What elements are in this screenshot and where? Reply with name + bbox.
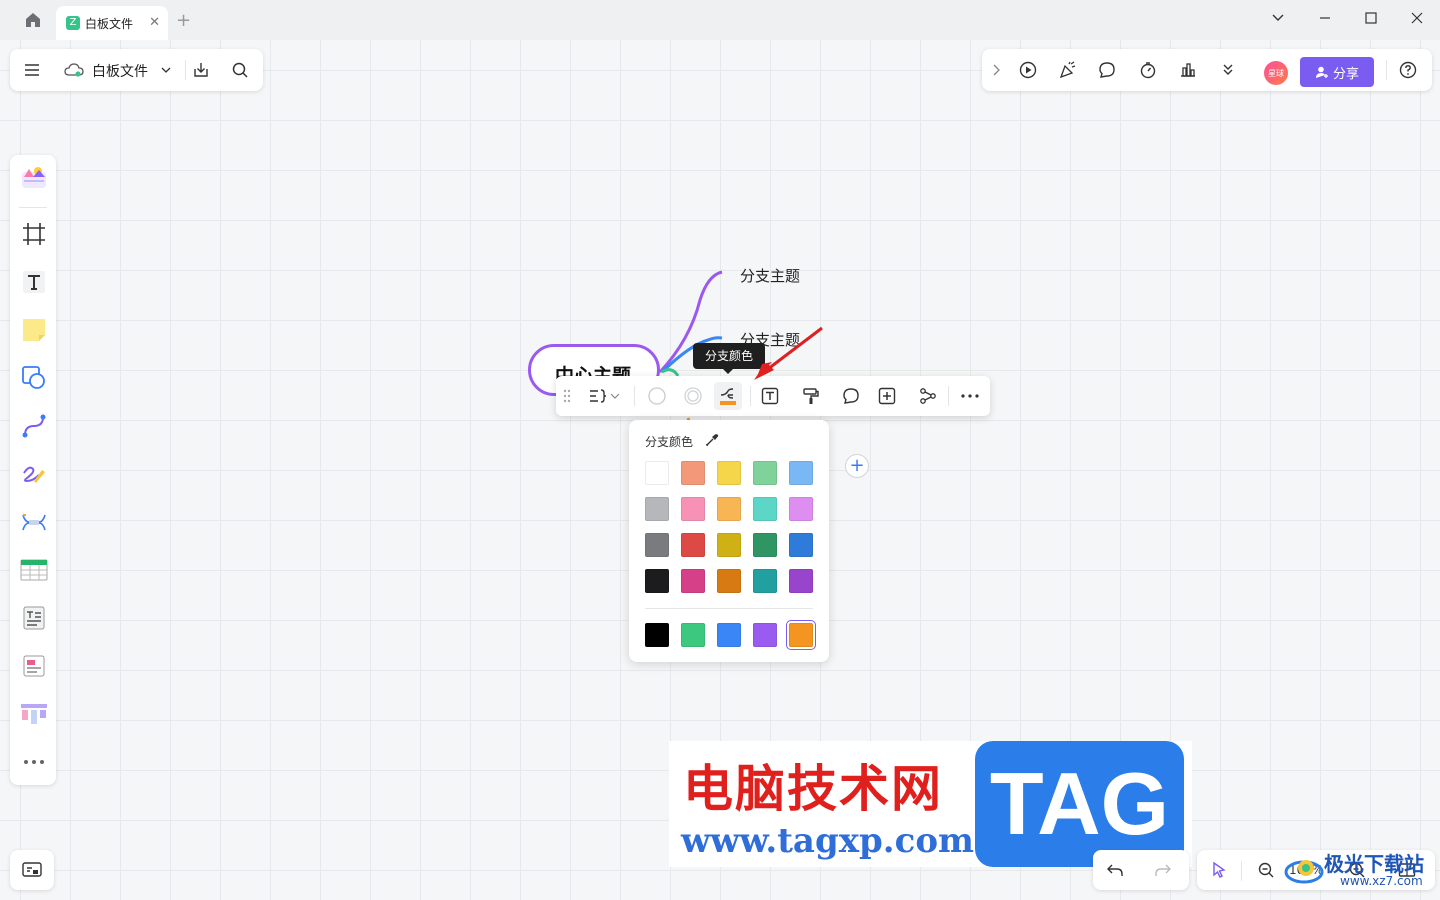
color-swatch[interactable] bbox=[753, 533, 777, 557]
comment-icon[interactable] bbox=[837, 382, 865, 410]
undo-redo-bar bbox=[1093, 850, 1189, 890]
connect-icon[interactable] bbox=[914, 382, 942, 410]
divider bbox=[645, 608, 813, 609]
watermark-2: 极光下载站 www.xz7.com bbox=[1280, 846, 1440, 900]
divider bbox=[1241, 861, 1242, 881]
watermark-logo: TAG bbox=[975, 741, 1192, 867]
divider bbox=[634, 386, 635, 406]
recent-color-swatch[interactable] bbox=[786, 620, 816, 650]
branch-color-panel: 分支颜色 bbox=[629, 420, 829, 662]
watermark-tag: TAG bbox=[975, 741, 1184, 867]
divider bbox=[948, 386, 949, 406]
color-swatch[interactable] bbox=[717, 569, 741, 593]
fill-color-icon[interactable] bbox=[643, 382, 671, 410]
branch-color-icon[interactable] bbox=[714, 382, 742, 410]
color-swatch[interactable] bbox=[753, 569, 777, 593]
color-swatch[interactable] bbox=[789, 569, 813, 593]
branch-topic[interactable]: 分支主题 bbox=[740, 265, 800, 286]
add-node-button[interactable]: + bbox=[845, 454, 869, 478]
zoom-out-icon[interactable] bbox=[1252, 856, 1280, 884]
redo-icon[interactable] bbox=[1149, 856, 1177, 884]
color-swatch[interactable] bbox=[789, 497, 813, 521]
color-swatch[interactable] bbox=[645, 461, 669, 485]
drag-handle-icon[interactable] bbox=[556, 382, 578, 410]
add-subtopic-icon[interactable] bbox=[873, 382, 901, 410]
border-color-icon[interactable] bbox=[679, 382, 707, 410]
color-swatch[interactable] bbox=[681, 461, 705, 485]
recent-color-swatch[interactable] bbox=[753, 623, 777, 647]
watermark-2-text: 极光下载站 bbox=[1324, 852, 1424, 876]
color-swatch[interactable] bbox=[681, 497, 705, 521]
watermark-2-logo-icon bbox=[1284, 860, 1324, 884]
select-cursor-icon[interactable] bbox=[1205, 856, 1233, 884]
recent-color-swatch[interactable] bbox=[645, 623, 669, 647]
more-options-icon[interactable] bbox=[956, 382, 984, 410]
color-swatch[interactable] bbox=[645, 569, 669, 593]
layout-dropdown-icon[interactable] bbox=[606, 382, 624, 410]
red-arrow-annotation bbox=[754, 326, 823, 380]
color-panel-title: 分支颜色 bbox=[645, 435, 694, 449]
format-painter-icon[interactable] bbox=[797, 382, 825, 410]
color-swatch[interactable] bbox=[717, 533, 741, 557]
recent-color-swatch[interactable] bbox=[681, 623, 705, 647]
text-box-icon[interactable] bbox=[756, 382, 784, 410]
color-swatch[interactable] bbox=[681, 533, 705, 557]
recent-color-swatch[interactable] bbox=[717, 623, 741, 647]
color-swatch[interactable] bbox=[645, 497, 669, 521]
color-swatch[interactable] bbox=[681, 569, 705, 593]
color-swatch[interactable] bbox=[753, 461, 777, 485]
color-swatch[interactable] bbox=[717, 497, 741, 521]
undo-icon[interactable] bbox=[1101, 856, 1129, 884]
watermark: 电脑技术网 www.tagxp.com bbox=[669, 741, 975, 867]
divider bbox=[750, 386, 751, 406]
color-swatch[interactable] bbox=[789, 461, 813, 485]
watermark-text: 电脑技术网 bbox=[683, 759, 943, 818]
color-swatch[interactable] bbox=[717, 461, 741, 485]
color-swatch[interactable] bbox=[645, 533, 669, 557]
color-swatch[interactable] bbox=[753, 497, 777, 521]
color-swatch[interactable] bbox=[789, 533, 813, 557]
eyedropper-icon[interactable] bbox=[705, 432, 719, 447]
watermark-2-url: www.xz7.com bbox=[1340, 874, 1423, 888]
watermark-url: www.tagxp.com bbox=[681, 821, 974, 861]
